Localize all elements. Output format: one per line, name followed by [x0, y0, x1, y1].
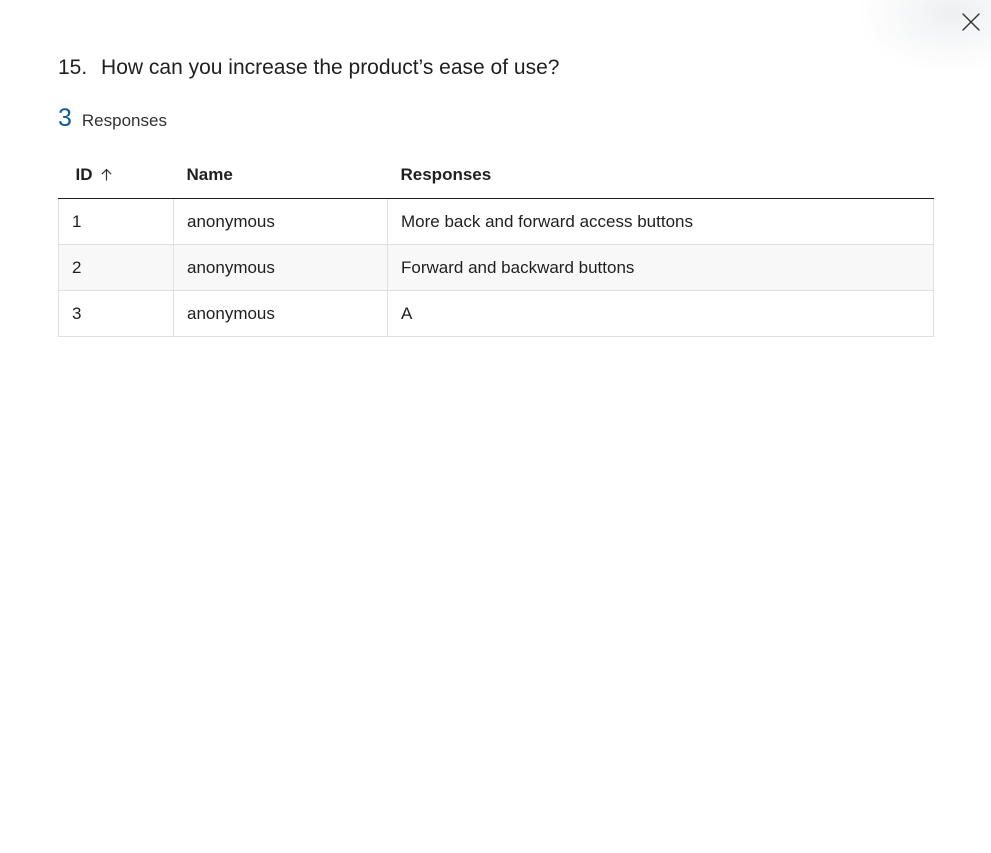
close-icon	[962, 13, 980, 31]
response-details-panel: 15. How can you increase the product’s e…	[0, 0, 991, 853]
question-text: How can you increase the product’s ease …	[101, 56, 560, 79]
column-header-name-label: Name	[186, 165, 233, 184]
table-row: 2 anonymous Forward and backward buttons	[58, 244, 934, 291]
question-number: 15.	[58, 56, 88, 79]
response-count-number: 3	[58, 104, 72, 132]
column-header-responses-label: Responses	[400, 165, 492, 184]
cell-name: anonymous	[173, 290, 388, 337]
cell-id: 1	[58, 198, 174, 245]
cell-name: anonymous	[173, 244, 388, 291]
cell-id: 3	[58, 290, 174, 337]
table-row: 1 anonymous More back and forward access…	[58, 198, 934, 245]
column-header-id[interactable]: ID	[58, 152, 174, 199]
column-header-responses[interactable]: Responses	[387, 152, 934, 199]
table-row: 3 anonymous A	[58, 290, 934, 337]
column-header-name[interactable]: Name	[173, 152, 388, 199]
response-count-label: Responses	[81, 111, 167, 130]
responses-table: ID Name Responses 1 anonymous More back …	[58, 152, 934, 337]
cell-name: anonymous	[173, 198, 388, 245]
column-header-id-label: ID	[75, 164, 93, 184]
arrow-up-icon	[101, 166, 112, 186]
cell-response: A	[387, 290, 934, 337]
cell-id: 2	[58, 244, 174, 291]
close-button[interactable]	[959, 10, 983, 34]
table-header-row: ID Name Responses	[58, 152, 934, 199]
response-count: 3 Responses	[58, 104, 167, 132]
cell-response: Forward and backward buttons	[387, 244, 934, 291]
cell-response: More back and forward access buttons	[387, 198, 934, 245]
question-title: 15. How can you increase the product’s e…	[58, 55, 559, 81]
